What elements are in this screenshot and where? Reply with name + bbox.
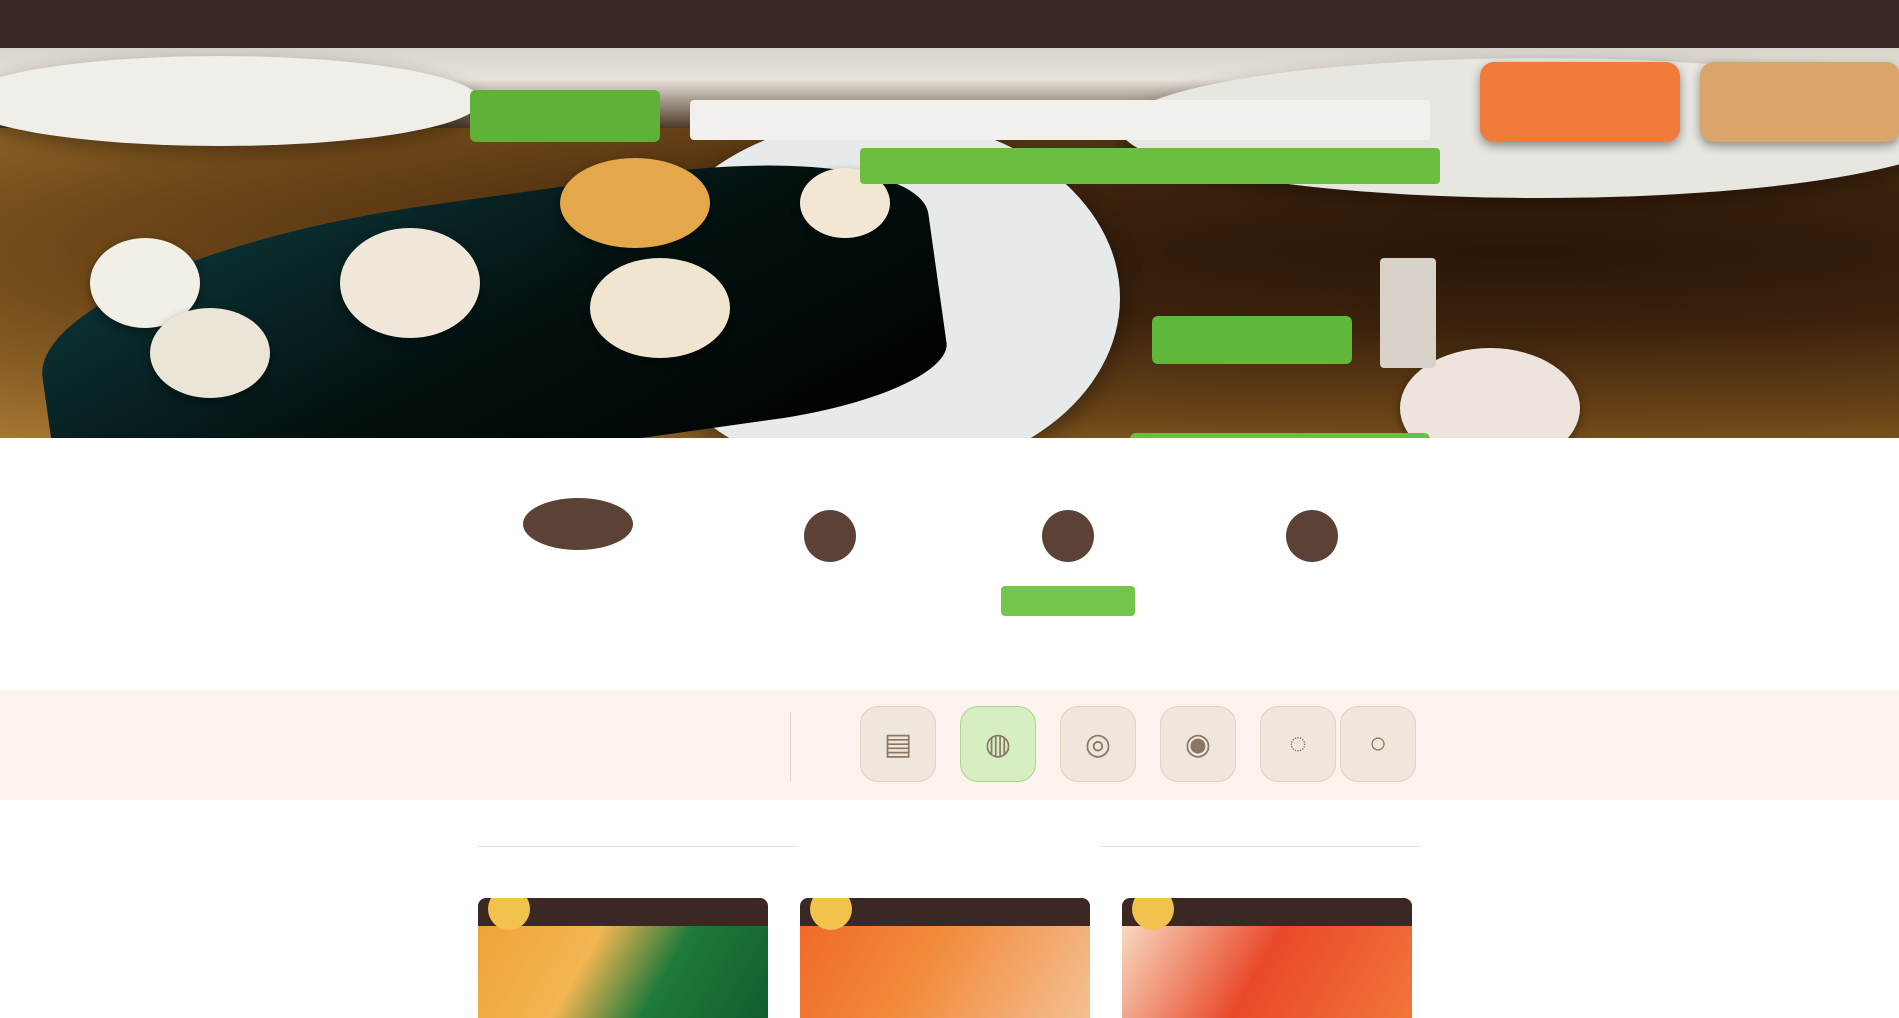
filter-option-sushi[interactable]: ◍ bbox=[960, 706, 1036, 782]
filter-option-dessert[interactable]: ○ bbox=[1340, 706, 1416, 782]
filter-option-all[interactable]: ▤ bbox=[860, 706, 936, 782]
sushi-piece bbox=[560, 158, 710, 248]
section-divider bbox=[1100, 846, 1420, 847]
sushi-piece bbox=[150, 308, 270, 398]
roll-icon: ◎ bbox=[1084, 727, 1112, 761]
step-icon bbox=[1042, 510, 1094, 562]
product-image bbox=[478, 926, 768, 1018]
sushi-piece bbox=[590, 258, 730, 358]
sushi-piece bbox=[1700, 62, 1899, 142]
hero-banner bbox=[0, 48, 1899, 438]
drink-icon: ◌ bbox=[1289, 727, 1307, 760]
all-icon: ▤ bbox=[883, 727, 913, 761]
step-item bbox=[478, 498, 678, 568]
site-logo[interactable] bbox=[470, 90, 660, 142]
top-bar bbox=[0, 0, 1899, 48]
sushi-piece bbox=[1480, 62, 1680, 142]
step-icon bbox=[1286, 510, 1338, 562]
step-item bbox=[1212, 510, 1412, 580]
hero-promo-button[interactable] bbox=[1152, 316, 1352, 364]
category-filter-band: ▤ ◍ ◎ ◉ ◌ ○ bbox=[0, 690, 1899, 800]
bowl-icon bbox=[523, 498, 633, 550]
main-nav bbox=[690, 100, 1430, 140]
step-item bbox=[730, 510, 930, 580]
step-item bbox=[968, 510, 1168, 620]
hero-side-panel bbox=[1380, 258, 1436, 368]
step-action-button[interactable] bbox=[1001, 586, 1135, 616]
product-card[interactable] bbox=[1122, 898, 1412, 1018]
filter-divider bbox=[790, 712, 791, 782]
product-image bbox=[1122, 926, 1412, 1018]
step-icon bbox=[804, 510, 856, 562]
sushi-icon: ◍ bbox=[984, 727, 1012, 761]
dessert-icon: ○ bbox=[1368, 727, 1388, 760]
filter-option-drink[interactable]: ◌ bbox=[1260, 706, 1336, 782]
hero-cta-bar[interactable] bbox=[1130, 433, 1430, 438]
section-divider bbox=[478, 846, 798, 847]
sushi-piece bbox=[340, 228, 480, 338]
filter-option-set[interactable]: ◉ bbox=[1160, 706, 1236, 782]
filter-option-roll[interactable]: ◎ bbox=[1060, 706, 1136, 782]
product-card[interactable] bbox=[478, 898, 768, 1018]
product-image bbox=[800, 926, 1090, 1018]
set-icon: ◉ bbox=[1184, 727, 1212, 761]
secondary-nav-bar[interactable] bbox=[860, 148, 1440, 184]
product-card[interactable] bbox=[800, 898, 1090, 1018]
